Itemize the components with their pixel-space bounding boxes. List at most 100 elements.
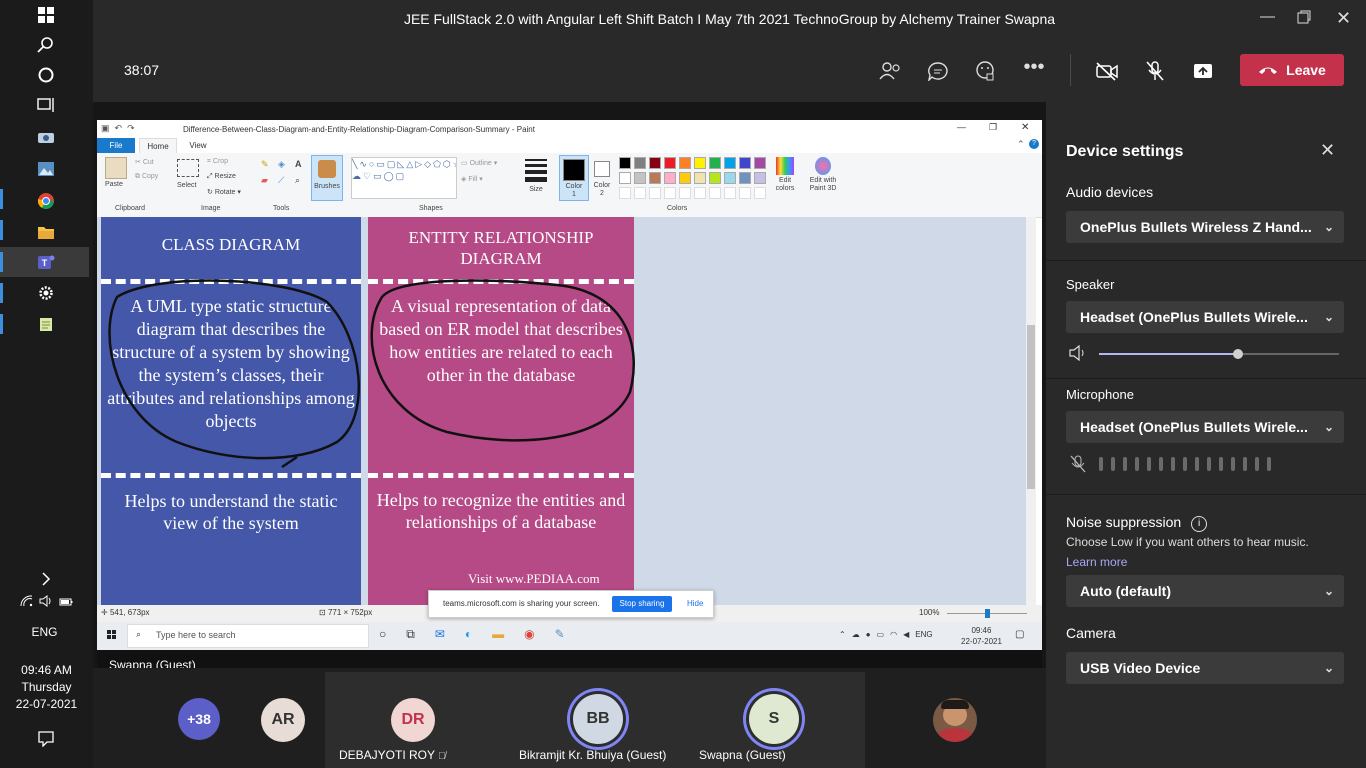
fill-button[interactable]: ◈ Fill ▾	[461, 175, 483, 183]
color-swatch[interactable]	[619, 157, 631, 169]
audio-devices-select[interactable]: OnePlus Bullets Wireless Z Hand... ⌄	[1066, 211, 1344, 243]
battery-icon[interactable]: ▭	[877, 630, 885, 639]
notepad-icon[interactable]	[34, 312, 58, 336]
paste-icon[interactable]	[105, 157, 127, 179]
remote-clock[interactable]: 09:46 22-07-2021	[961, 625, 1002, 647]
copy-button[interactable]: ⧉ Copy	[135, 173, 158, 181]
paint-app-icon[interactable]: ✎	[555, 627, 565, 642]
speaker-volume-slider[interactable]	[1099, 349, 1339, 359]
resize-button[interactable]: ⤢ Resize	[207, 173, 236, 181]
undo-icon[interactable]: ↶	[115, 123, 123, 134]
paint-minimize-icon[interactable]: —	[957, 122, 966, 132]
color-swatch[interactable]	[679, 172, 691, 184]
tab-view[interactable]: View	[183, 138, 213, 153]
more-participants-badge[interactable]: +38	[178, 698, 220, 740]
color-picker-icon[interactable]: ⟋	[278, 175, 290, 186]
notification-icon[interactable]	[34, 727, 58, 751]
info-icon[interactable]: i	[1191, 516, 1208, 532]
chat-icon[interactable]	[925, 60, 951, 82]
color-swatch[interactable]	[754, 172, 766, 184]
participants-icon[interactable]	[877, 60, 903, 82]
share-screen-icon[interactable]	[1190, 60, 1216, 82]
chrome-icon[interactable]	[34, 189, 58, 213]
volume-icon[interactable]	[39, 594, 53, 612]
file-explorer-icon[interactable]: ▬	[492, 627, 504, 642]
brushes-button[interactable]: Brushes	[311, 155, 343, 201]
battery-icon[interactable]	[59, 594, 73, 612]
outline-button[interactable]: ▭ Outline ▾	[461, 159, 497, 167]
chrome-icon[interactable]: ◉	[524, 627, 534, 642]
collapse-ribbon-icon[interactable]: ⌃	[1017, 139, 1025, 150]
hide-button[interactable]: Hide	[687, 599, 703, 608]
tab-file[interactable]: File	[97, 138, 135, 153]
redo-icon[interactable]: ↷	[127, 123, 135, 134]
camera-off-icon[interactable]	[1094, 60, 1120, 82]
slider-thumb[interactable]	[1233, 349, 1244, 359]
cortana-icon[interactable]: ○	[379, 627, 386, 642]
color-palette[interactable]	[619, 157, 766, 184]
cortana-icon[interactable]	[34, 63, 58, 87]
volume-icon[interactable]: ◀	[903, 630, 909, 639]
close-icon[interactable]: ✕	[1320, 140, 1335, 161]
close-icon[interactable]: ✕	[1336, 8, 1351, 29]
color-swatch[interactable]	[709, 172, 721, 184]
color-swatch[interactable]	[664, 157, 676, 169]
maximize-icon[interactable]	[1297, 10, 1311, 28]
color-swatch[interactable]	[619, 172, 631, 184]
paint-canvas[interactable]: CLASS DIAGRAM A UML type static structur…	[97, 217, 1036, 605]
camera-select[interactable]: USB Video Device ⌄	[1066, 652, 1344, 684]
windows-start-icon[interactable]	[34, 3, 58, 27]
color-swatch[interactable]	[739, 157, 751, 169]
chevron-up-icon[interactable]: ⌃	[839, 630, 846, 639]
teams-icon[interactable]: T	[34, 250, 58, 274]
mic-icon[interactable]: ●	[866, 630, 871, 639]
color1-button[interactable]: Color 1	[559, 155, 589, 201]
file-explorer-icon[interactable]	[34, 220, 58, 244]
wifi-icon[interactable]	[20, 594, 33, 612]
magnifier-icon[interactable]: ⌕	[295, 175, 307, 186]
fill-icon[interactable]: ◈	[278, 159, 290, 170]
cloud-icon[interactable]: ☁	[852, 630, 860, 639]
tab-home[interactable]: Home	[139, 138, 177, 154]
participant-tile[interactable]: DR DEBAJYOTI ROY 🎙̸	[325, 672, 505, 768]
remote-lang[interactable]: ENG	[915, 630, 932, 639]
color-swatch[interactable]	[739, 172, 751, 184]
color2-button[interactable]: Color 2	[590, 155, 614, 199]
wifi-icon[interactable]: ◠	[890, 630, 897, 639]
edit-colors-button[interactable]: Edit colors	[770, 157, 800, 193]
search-icon[interactable]	[34, 33, 58, 57]
color-swatch[interactable]	[634, 172, 646, 184]
remote-start-icon[interactable]	[107, 630, 117, 642]
color-swatch[interactable]	[724, 157, 736, 169]
microphone-select[interactable]: Headset (OnePlus Bullets Wirele... ⌄	[1066, 411, 1344, 443]
remote-search-box[interactable]: ⌕ Type here to search	[127, 624, 369, 648]
color-swatch[interactable]	[694, 172, 706, 184]
photos-icon[interactable]	[34, 157, 58, 181]
task-view-icon[interactable]: ⧉	[406, 627, 415, 642]
mail-icon[interactable]: ✉	[435, 627, 445, 642]
participant-tile[interactable]: S Swapna (Guest)	[685, 672, 865, 768]
reactions-icon[interactable]	[973, 60, 999, 82]
speaker-select[interactable]: Headset (OnePlus Bullets Wirele... ⌄	[1066, 301, 1344, 333]
edge-icon[interactable]: ◐	[465, 627, 472, 642]
size-button[interactable]: Size	[525, 159, 547, 193]
color-swatch[interactable]	[649, 172, 661, 184]
participant-tile[interactable]: AR	[240, 672, 326, 768]
noise-suppression-select[interactable]: Auto (default) ⌄	[1066, 575, 1344, 607]
task-view-icon[interactable]	[34, 93, 58, 117]
leave-button[interactable]: Leave	[1240, 54, 1344, 86]
pencil-icon[interactable]: ✎	[261, 159, 273, 170]
color-swatch[interactable]	[649, 157, 661, 169]
participant-tile[interactable]: BB Bikramjit Kr. Bhuiya (Guest)	[505, 672, 685, 768]
edit-paint3d-button[interactable]: Edit with Paint 3D	[805, 157, 841, 193]
paint-close-icon[interactable]: ✕	[1021, 122, 1029, 133]
remote-notification-icon[interactable]: ▢	[1015, 629, 1024, 640]
taskbar-clock[interactable]: 09:46 AM Thursday 22-07-2021	[0, 662, 93, 713]
color-swatch[interactable]	[679, 157, 691, 169]
text-icon[interactable]: A	[295, 159, 307, 170]
select-label[interactable]: Select	[177, 182, 196, 189]
color-swatch[interactable]	[754, 157, 766, 169]
settings-icon[interactable]	[34, 281, 58, 305]
color-swatch[interactable]	[664, 172, 676, 184]
taskbar-lang[interactable]: ENG	[0, 625, 89, 639]
